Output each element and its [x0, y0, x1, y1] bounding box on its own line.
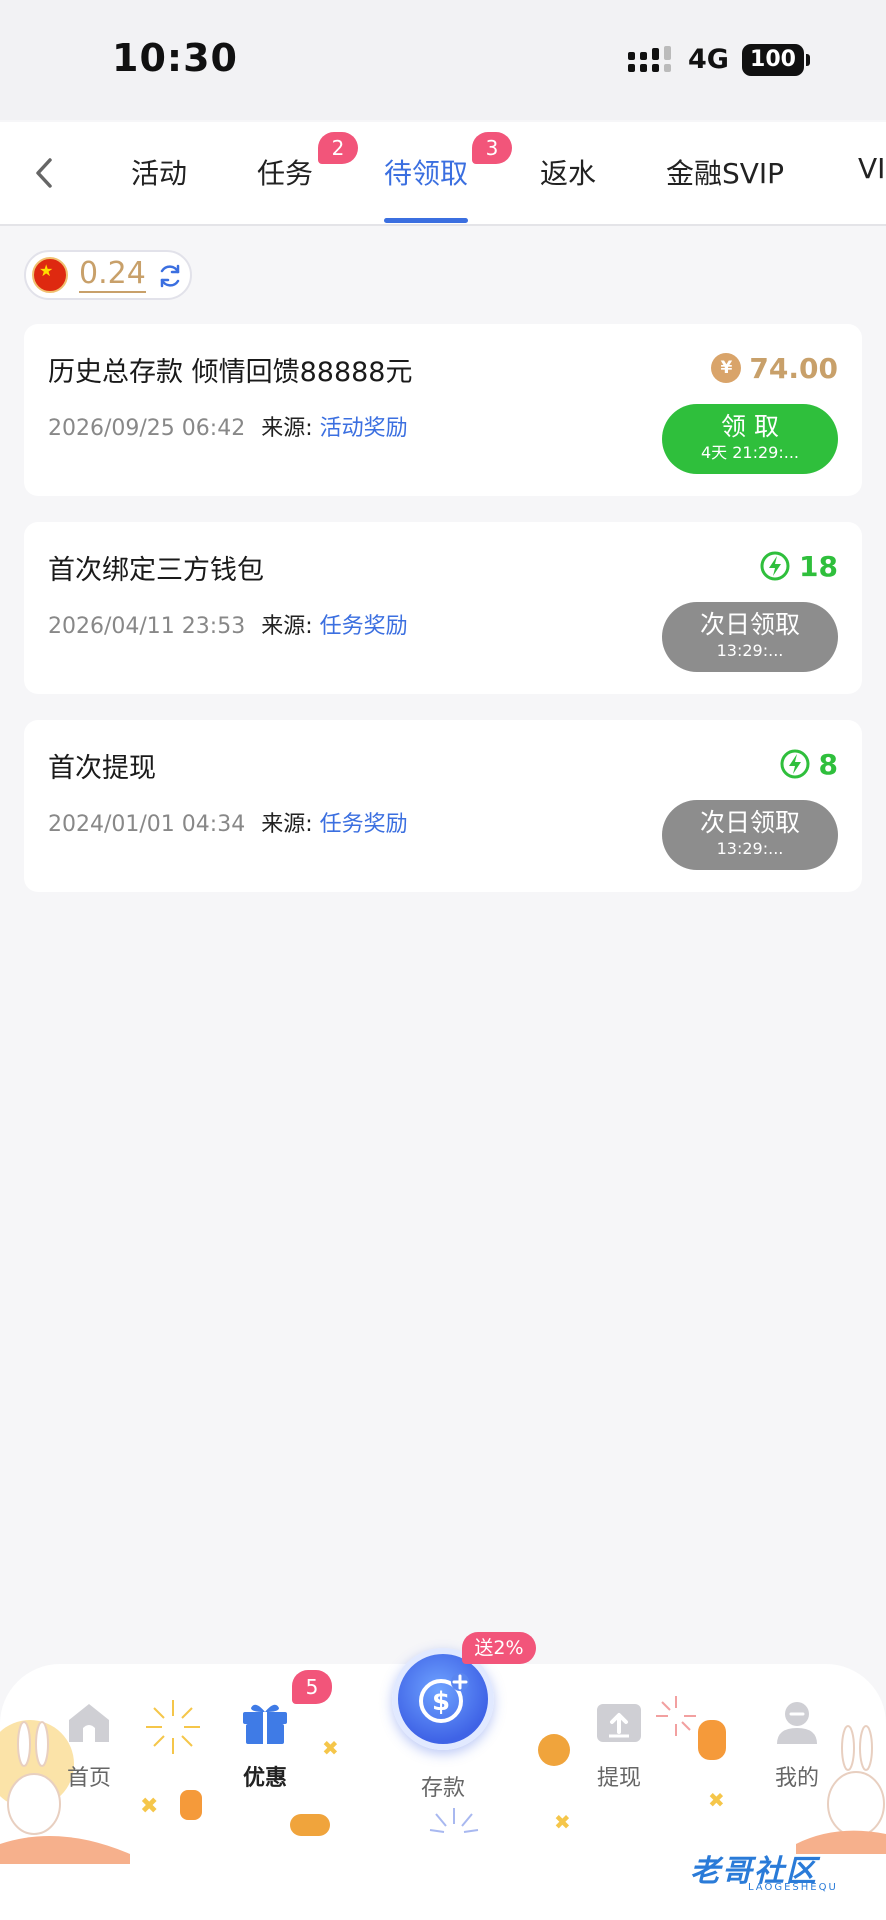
balance-pill: ★ 0.24: [24, 250, 192, 300]
firework-decoration-icon: [429, 1808, 479, 1833]
gift-icon: [243, 1704, 287, 1744]
source-label: 来源:: [261, 416, 313, 441]
claim-button-label: 领 取: [721, 412, 779, 441]
tab-finance-svip[interactable]: 金融SVIP: [666, 152, 784, 192]
lantern-decoration-icon: [180, 1790, 202, 1820]
tab-pending-claim[interactable]: 待领取: [384, 152, 468, 192]
nav-deposit-label[interactable]: 存款: [392, 1770, 494, 1802]
tab-tasks[interactable]: 任务: [257, 152, 313, 192]
status-time: 10:30: [112, 36, 238, 80]
reward-amount-value: 18: [799, 549, 838, 583]
claim-button-label: 次日领取: [699, 808, 800, 837]
tasks-badge: 2: [318, 132, 358, 164]
refresh-icon[interactable]: [156, 262, 184, 290]
battery-tip: [806, 54, 810, 66]
reward-date: 2026/09/25 06:42: [48, 416, 246, 441]
claim-countdown: 13:29:...: [716, 641, 784, 660]
coin-icon: ¥: [711, 353, 742, 383]
nav-withdraw[interactable]: 提现: [564, 1694, 674, 1792]
tab-activity[interactable]: 活动: [131, 152, 187, 192]
reward-date: 2024/01/01 04:34: [48, 812, 246, 837]
reward-amount: 18: [759, 546, 838, 586]
cellular-signal-icon: [628, 46, 671, 72]
reward-card: 历史总存款 倾情回馈88888元 2026/09/25 06:42 来源: 活动奖…: [24, 324, 862, 496]
claim-next-day-button[interactable]: 次日领取 13:29:...: [662, 602, 838, 672]
claim-next-day-button[interactable]: 次日领取 13:29:...: [662, 800, 838, 870]
battery-icon: 100: [742, 44, 804, 76]
reward-meta: 2024/01/01 04:34 来源: 任务奖励: [48, 806, 408, 838]
claim-countdown: 4天 21:29:...: [700, 443, 800, 462]
reward-source-link[interactable]: 任务奖励: [320, 812, 408, 837]
withdraw-icon: [597, 1704, 641, 1742]
status-bar: 10:30 4G 100: [0, 0, 886, 120]
claim-countdown: 13:29:...: [716, 839, 784, 858]
mooncake-decoration-icon: [290, 1814, 330, 1836]
nav-profile[interactable]: 我的: [742, 1694, 852, 1792]
china-flag-icon: ★: [32, 257, 68, 293]
nav-home-label: 首页: [66, 1766, 111, 1791]
nav-home[interactable]: 首页: [34, 1694, 144, 1792]
active-tab-indicator: [384, 218, 468, 223]
reward-meta: 2026/09/25 06:42 来源: 活动奖励: [48, 410, 408, 442]
source-label: 来源:: [261, 614, 313, 639]
reward-card: 首次提现 2024/01/01 04:34 来源: 任务奖励 8 次日领取 13:…: [24, 720, 862, 892]
reward-amount-value: 8: [818, 747, 838, 781]
reward-source-link[interactable]: 活动奖励: [320, 416, 408, 441]
reward-source-link[interactable]: 任务奖励: [320, 614, 408, 639]
watermark-subtext: LAOGESHEQU: [748, 1882, 838, 1893]
promotions-badge: 5: [292, 1670, 332, 1704]
sparkle-decoration-icon: ✖: [322, 1736, 339, 1760]
energy-bolt-icon: [780, 749, 810, 779]
tab-rebate[interactable]: 返水: [540, 152, 596, 192]
balance-value: 0.24: [79, 256, 146, 293]
home-icon: [69, 1704, 109, 1742]
lantern-decoration-icon: [698, 1720, 726, 1760]
reward-amount: ¥ 74.00: [711, 348, 838, 388]
sparkle-decoration-icon: ✖: [708, 1788, 725, 1812]
profile-icon: [777, 1702, 817, 1744]
nav-promotions[interactable]: 优惠: [210, 1694, 320, 1792]
source-label: 来源:: [261, 812, 313, 837]
reward-title: 首次提现: [48, 753, 156, 784]
pending-claim-badge: 3: [472, 132, 512, 164]
sparkle-decoration-icon: ✖: [554, 1810, 571, 1834]
sparkle-decoration-icon: ✖: [140, 1794, 159, 1819]
claim-button[interactable]: 领 取 4天 21:29:...: [662, 404, 838, 474]
deposit-icon: $: [419, 1673, 469, 1723]
reward-card: 首次绑定三方钱包 2026/04/11 23:53 来源: 任务奖励 18 次日领…: [24, 522, 862, 694]
nav-promotions-label: 优惠: [242, 1766, 287, 1791]
deposit-promo-tag: 送2%: [462, 1632, 536, 1664]
reward-date: 2026/04/11 23:53: [48, 614, 246, 639]
reward-meta: 2026/04/11 23:53 来源: 任务奖励: [48, 608, 408, 640]
energy-bolt-icon: [760, 551, 790, 581]
nav-withdraw-label: 提现: [596, 1766, 641, 1791]
tab-bar: 活动 任务 2 待领取 3 返水 金融SVIP VI: [0, 122, 886, 226]
svg-text:$: $: [432, 1687, 450, 1717]
reward-title: 首次绑定三方钱包: [48, 555, 264, 586]
nav-profile-label: 我的: [774, 1766, 819, 1791]
reward-title: 历史总存款 倾情回馈88888元: [48, 357, 413, 388]
tab-vip[interactable]: VI: [858, 152, 885, 185]
firework-decoration-icon: [146, 1700, 200, 1754]
back-chevron-icon[interactable]: [22, 148, 68, 198]
reward-amount-value: 74.00: [749, 351, 838, 385]
reward-amount: 8: [779, 744, 838, 784]
claim-button-label: 次日领取: [699, 610, 800, 639]
network-type: 4G: [688, 44, 729, 75]
